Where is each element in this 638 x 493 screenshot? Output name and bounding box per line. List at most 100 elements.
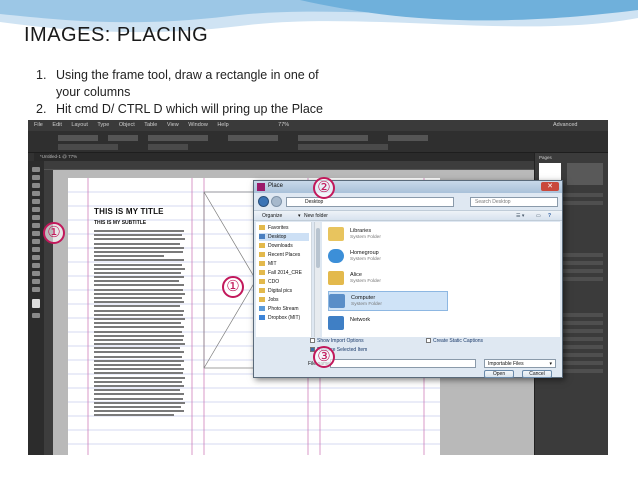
text-line [94, 326, 184, 329]
transform-tool-icon[interactable] [32, 247, 40, 252]
pages-panel-label[interactable]: Pages [539, 155, 552, 160]
menu-file[interactable]: File [34, 122, 43, 128]
menu-layout[interactable]: Layout [71, 122, 88, 128]
homegroup-icon [328, 249, 344, 263]
control-field[interactable] [148, 144, 188, 150]
file-name: Network [350, 317, 371, 323]
search-input[interactable]: Search Desktop [470, 197, 558, 207]
nav-photo-stream[interactable]: Photo Stream [259, 305, 299, 313]
help-icon[interactable]: ? [548, 211, 551, 221]
text-line [94, 234, 182, 237]
file-list: Libraries System Folder Homegroup System… [322, 222, 560, 337]
navigation-pane: Favorites Desktop Downloads Recent Place… [256, 222, 312, 337]
menu-help[interactable]: Help [217, 122, 228, 128]
zoom-tool-icon[interactable] [32, 287, 40, 292]
view-mode-icon[interactable] [32, 313, 40, 318]
control-field[interactable] [298, 144, 388, 150]
nav-scrollbar[interactable] [314, 222, 320, 337]
file-item-homegroup[interactable]: Homegroup System Folder [328, 247, 448, 267]
document-title[interactable]: THIS IS MY TITLE [94, 207, 164, 216]
file-item-network[interactable]: Network [328, 314, 448, 334]
text-line [94, 246, 184, 249]
nav-favorites[interactable]: Favorites [259, 224, 289, 232]
type-tool-icon[interactable] [32, 191, 40, 196]
line-tool-icon[interactable] [32, 199, 40, 204]
menu-bar: File Edit Layout Type Object Table View … [28, 120, 608, 131]
cancel-button[interactable]: Cancel [522, 370, 552, 378]
file-name: Libraries [350, 228, 372, 234]
menu-table[interactable]: Table [144, 122, 157, 128]
text-line [94, 284, 184, 287]
pen-tool-icon[interactable] [32, 207, 40, 212]
scrollbar-thumb[interactable] [316, 228, 320, 268]
view-options-icon[interactable]: ☰ ▾ [516, 211, 524, 221]
callout-two-dialog: ② [313, 177, 335, 199]
file-item-libraries[interactable]: Libraries System Folder [328, 225, 448, 245]
nav-dropbox[interactable]: Dropbox (MIT) [259, 314, 300, 322]
body-text-frame[interactable] [94, 230, 186, 418]
hand-tool-icon[interactable] [32, 279, 40, 284]
pencil-tool-icon[interactable] [32, 215, 40, 220]
file-name: Homegroup [350, 250, 379, 256]
control-field[interactable] [388, 135, 428, 141]
direct-selection-tool-icon[interactable] [32, 175, 40, 180]
nav-recent-places[interactable]: Recent Places [259, 251, 300, 259]
control-field[interactable] [58, 135, 98, 141]
document-tab[interactable]: *Untitled-1 @ 77% [34, 153, 534, 161]
control-field[interactable] [108, 135, 138, 141]
zoom-level[interactable]: 77% [278, 122, 289, 128]
menu-window[interactable]: Window [188, 122, 208, 128]
menu-type[interactable]: Type [97, 122, 109, 128]
scissors-tool-icon[interactable] [32, 239, 40, 244]
nav-cdo[interactable]: CDO [259, 278, 279, 286]
control-field[interactable] [58, 144, 118, 150]
nav-jobs[interactable]: Jobs [259, 296, 279, 304]
menu-object[interactable]: Object [119, 122, 135, 128]
eyedropper-tool-icon[interactable] [32, 271, 40, 276]
nav-fall-2014[interactable]: Fall 2014_CRE [259, 269, 302, 277]
file-item-alice[interactable]: Alice System Folder [328, 269, 448, 289]
workspace-switcher[interactable]: Advanced [553, 120, 577, 131]
nav-mit[interactable]: MIT [259, 260, 277, 268]
document-subtitle[interactable]: THIS IS MY SUBTITLE [94, 220, 146, 226]
control-field[interactable] [148, 135, 208, 141]
file-name-field[interactable] [330, 359, 476, 368]
create-static-captions-checkbox[interactable]: Create Static Captions [426, 338, 483, 344]
file-item-computer[interactable]: Computer System Folder [328, 291, 448, 311]
rectangle-tool-icon[interactable] [32, 231, 40, 236]
address-field[interactable]: Desktop [286, 197, 454, 207]
close-icon[interactable]: ✕ [541, 182, 559, 191]
dialog-title: Place [268, 183, 284, 189]
nav-desktop[interactable]: Desktop [259, 233, 309, 241]
new-folder-button[interactable]: New folder [304, 211, 328, 221]
back-icon[interactable] [258, 196, 269, 207]
file-type-select[interactable]: Importable Files ▾ [484, 359, 556, 368]
text-line [94, 276, 184, 279]
control-panel [28, 131, 608, 153]
nav-digital-pics[interactable]: Digital pics [259, 287, 292, 295]
show-import-options-checkbox[interactable]: Show Import Options [310, 338, 364, 344]
gradient-tool-icon[interactable] [32, 255, 40, 260]
control-field[interactable] [228, 135, 278, 141]
open-button[interactable]: Open [484, 370, 514, 378]
menu-view[interactable]: View [167, 122, 179, 128]
preview-pane-icon[interactable]: ▭ [536, 211, 541, 221]
forward-icon[interactable] [271, 196, 282, 207]
page-tool-icon[interactable] [32, 183, 40, 188]
page-thumbnail[interactable] [567, 163, 603, 185]
note-tool-icon[interactable] [32, 263, 40, 268]
selection-tool-icon[interactable] [32, 167, 40, 172]
text-line [94, 263, 182, 266]
frame-tool-icon[interactable] [32, 223, 40, 228]
nav-downloads[interactable]: Downloads [259, 242, 293, 250]
dialog-titlebar[interactable]: Place ✕ [254, 181, 562, 193]
text-line [94, 297, 182, 299]
chevron-down-icon: ▾ [298, 213, 301, 219]
callout-one-frame: ① [222, 276, 244, 298]
fill-stroke-icon[interactable] [32, 299, 40, 308]
place-dialog: Place ✕ Desktop Search Desktop Organize … [253, 180, 563, 378]
organize-button[interactable]: Organize [262, 211, 282, 221]
control-field[interactable] [298, 135, 368, 141]
text-line [94, 317, 185, 320]
menu-edit[interactable]: Edit [52, 122, 61, 128]
